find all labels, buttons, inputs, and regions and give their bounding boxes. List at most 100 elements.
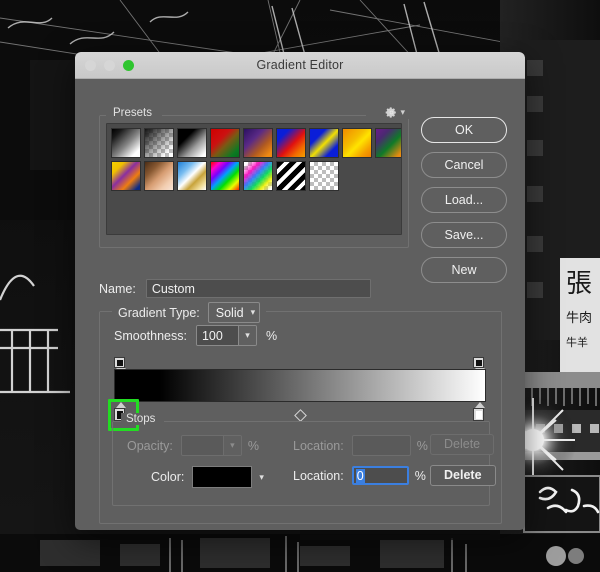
opacity-location-unit: % [416,438,428,453]
gradient-type-row: Gradient Type: Solid ▾ [112,302,267,323]
preset-swatch-transparent-rainbow[interactable] [243,161,273,191]
smoothness-value[interactable]: 100 [196,326,238,345]
preset-swatch-transparent-stripes[interactable] [276,161,306,191]
gradient-preview-bar[interactable] [114,369,486,402]
preset-swatch-fill [145,129,173,157]
gradient-type-select[interactable]: Solid ▾ [207,302,261,323]
preset-swatch-fill [178,129,206,157]
name-label: Name: [99,281,136,296]
color-location-input[interactable]: 0 [351,466,409,485]
color-location-row: Location: 0 % [293,466,426,485]
preset-swatch-foreground-to-background[interactable] [111,128,141,158]
dialog-titlebar[interactable]: Gradient Editor [75,52,525,79]
gradient-editor-dialog: Gradient Editor Presets ▾ OK Cancel Load..… [75,52,525,530]
preset-swatch-chrome[interactable] [177,161,207,191]
opacity-stop-swatch [473,357,484,368]
preset-swatch-transparent-to-transparent[interactable] [309,161,339,191]
save-button[interactable]: Save... [421,222,507,248]
opacity-delete-button: Delete [430,434,495,455]
svg-text:張: 張 [566,269,592,299]
smoothness-label: Smoothness: [114,328,187,343]
preset-swatch-fill [211,162,239,190]
maximize-window-button[interactable] [123,60,134,71]
gradient-type-label: Gradient Type: [118,305,200,320]
presets-grid [107,124,401,191]
preset-swatch-violet-green-orange[interactable] [375,128,401,158]
color-stop-row: Color: ▾ [151,466,264,488]
color-stop-swatch [473,408,484,421]
preset-swatch-fill [277,162,305,190]
opacity-location-label: Location: [293,438,344,453]
color-delete-button[interactable]: Delete [430,465,496,486]
preset-swatch-blue-red-yellow[interactable] [276,128,306,158]
color-swatch-button[interactable] [192,466,253,488]
preset-swatch-fill [211,129,239,157]
opacity-unit: % [247,438,259,453]
close-window-button[interactable] [85,60,96,71]
preset-swatch-spectrum[interactable] [210,161,240,191]
gradient-midpoint-marker[interactable] [294,409,307,422]
color-location-value: 0 [355,468,365,483]
gear-icon [386,107,397,118]
preset-swatch-fill [244,129,272,157]
color-stop-white[interactable] [473,402,486,421]
smoothness-row: Smoothness: 100 ▾ % [114,325,277,346]
gear-dropdown-arrow-icon: ▾ [400,107,405,117]
presets-menu-button[interactable]: ▾ [381,106,409,119]
preset-swatch-fill [244,162,272,190]
opacity-stepper: ▾ [180,435,242,456]
dialog-title: Gradient Editor [256,58,344,72]
preset-swatch-foreground-to-transparent[interactable] [144,128,174,158]
gradient-settings-group: Gradient Type: Solid ▾ Smoothness: 100 ▾… [99,302,502,524]
presets-group: Presets ▾ [99,106,409,248]
opacity-stop-row: Opacity: ▾ % [127,435,259,456]
preset-swatch-fill [343,129,371,157]
opacity-location-row: Location: % [293,435,428,456]
name-row: Name: [99,279,371,298]
preset-swatch-blue-yellow-blue[interactable] [309,128,339,158]
traffic-light-group [85,60,134,71]
preset-swatch-copper[interactable] [144,161,174,191]
opacity-location-input [351,435,411,456]
preset-swatch-orange-yellow-orange[interactable] [342,128,372,158]
preset-swatch-yellow-violet-orange-blue[interactable] [111,161,141,191]
dialog-body: Presets ▾ OK Cancel Load... Save... New Name… [75,79,525,530]
preset-swatch-red-green[interactable] [210,128,240,158]
chevron-down-icon: ▾ [250,307,256,317]
minimize-window-button[interactable] [104,60,115,71]
preset-swatch-fill [178,162,206,190]
preset-swatch-fill [145,162,173,190]
preset-swatch-fill [310,162,338,190]
dialog-button-column: OK Cancel Load... Save... New [421,117,507,292]
color-label: Color: [151,470,185,484]
smoothness-stepper[interactable]: 100 ▾ [195,325,257,346]
svg-text:牛羊: 牛羊 [566,335,588,349]
opacity-value [181,436,223,455]
gradient-type-value: Solid [215,305,244,320]
preset-swatch-fill [376,129,401,157]
chevron-down-icon: ▾ [222,436,241,455]
chevron-down-icon[interactable]: ▾ [259,472,264,483]
opacity-stop-swatch [114,357,125,368]
color-location-unit: % [414,468,426,483]
chevron-down-icon[interactable]: ▾ [237,326,256,345]
presets-group-label: Presets [108,107,157,119]
load-button[interactable]: Load... [421,187,507,213]
preset-swatch-violet-orange[interactable] [243,128,273,158]
smoothness-unit: % [265,328,278,343]
stops-group-label: Stops [121,413,161,425]
svg-text:牛肉: 牛肉 [566,311,592,326]
presets-well[interactable] [106,123,402,235]
preset-swatch-fill [112,162,140,190]
opacity-label: Opacity: [127,438,173,453]
cancel-button[interactable]: Cancel [421,152,507,178]
preset-swatch-fill [112,129,140,157]
preset-swatch-fill [310,129,338,157]
name-input[interactable] [145,279,371,298]
preset-swatch-black-white[interactable] [177,128,207,158]
preset-swatch-fill [277,129,305,157]
ok-button[interactable]: OK [421,117,507,143]
new-button[interactable]: New [421,257,507,283]
color-location-label: Location: [293,468,344,483]
stops-group: Stops Opacity: ▾ % Location: % Delete Co… [112,413,496,506]
